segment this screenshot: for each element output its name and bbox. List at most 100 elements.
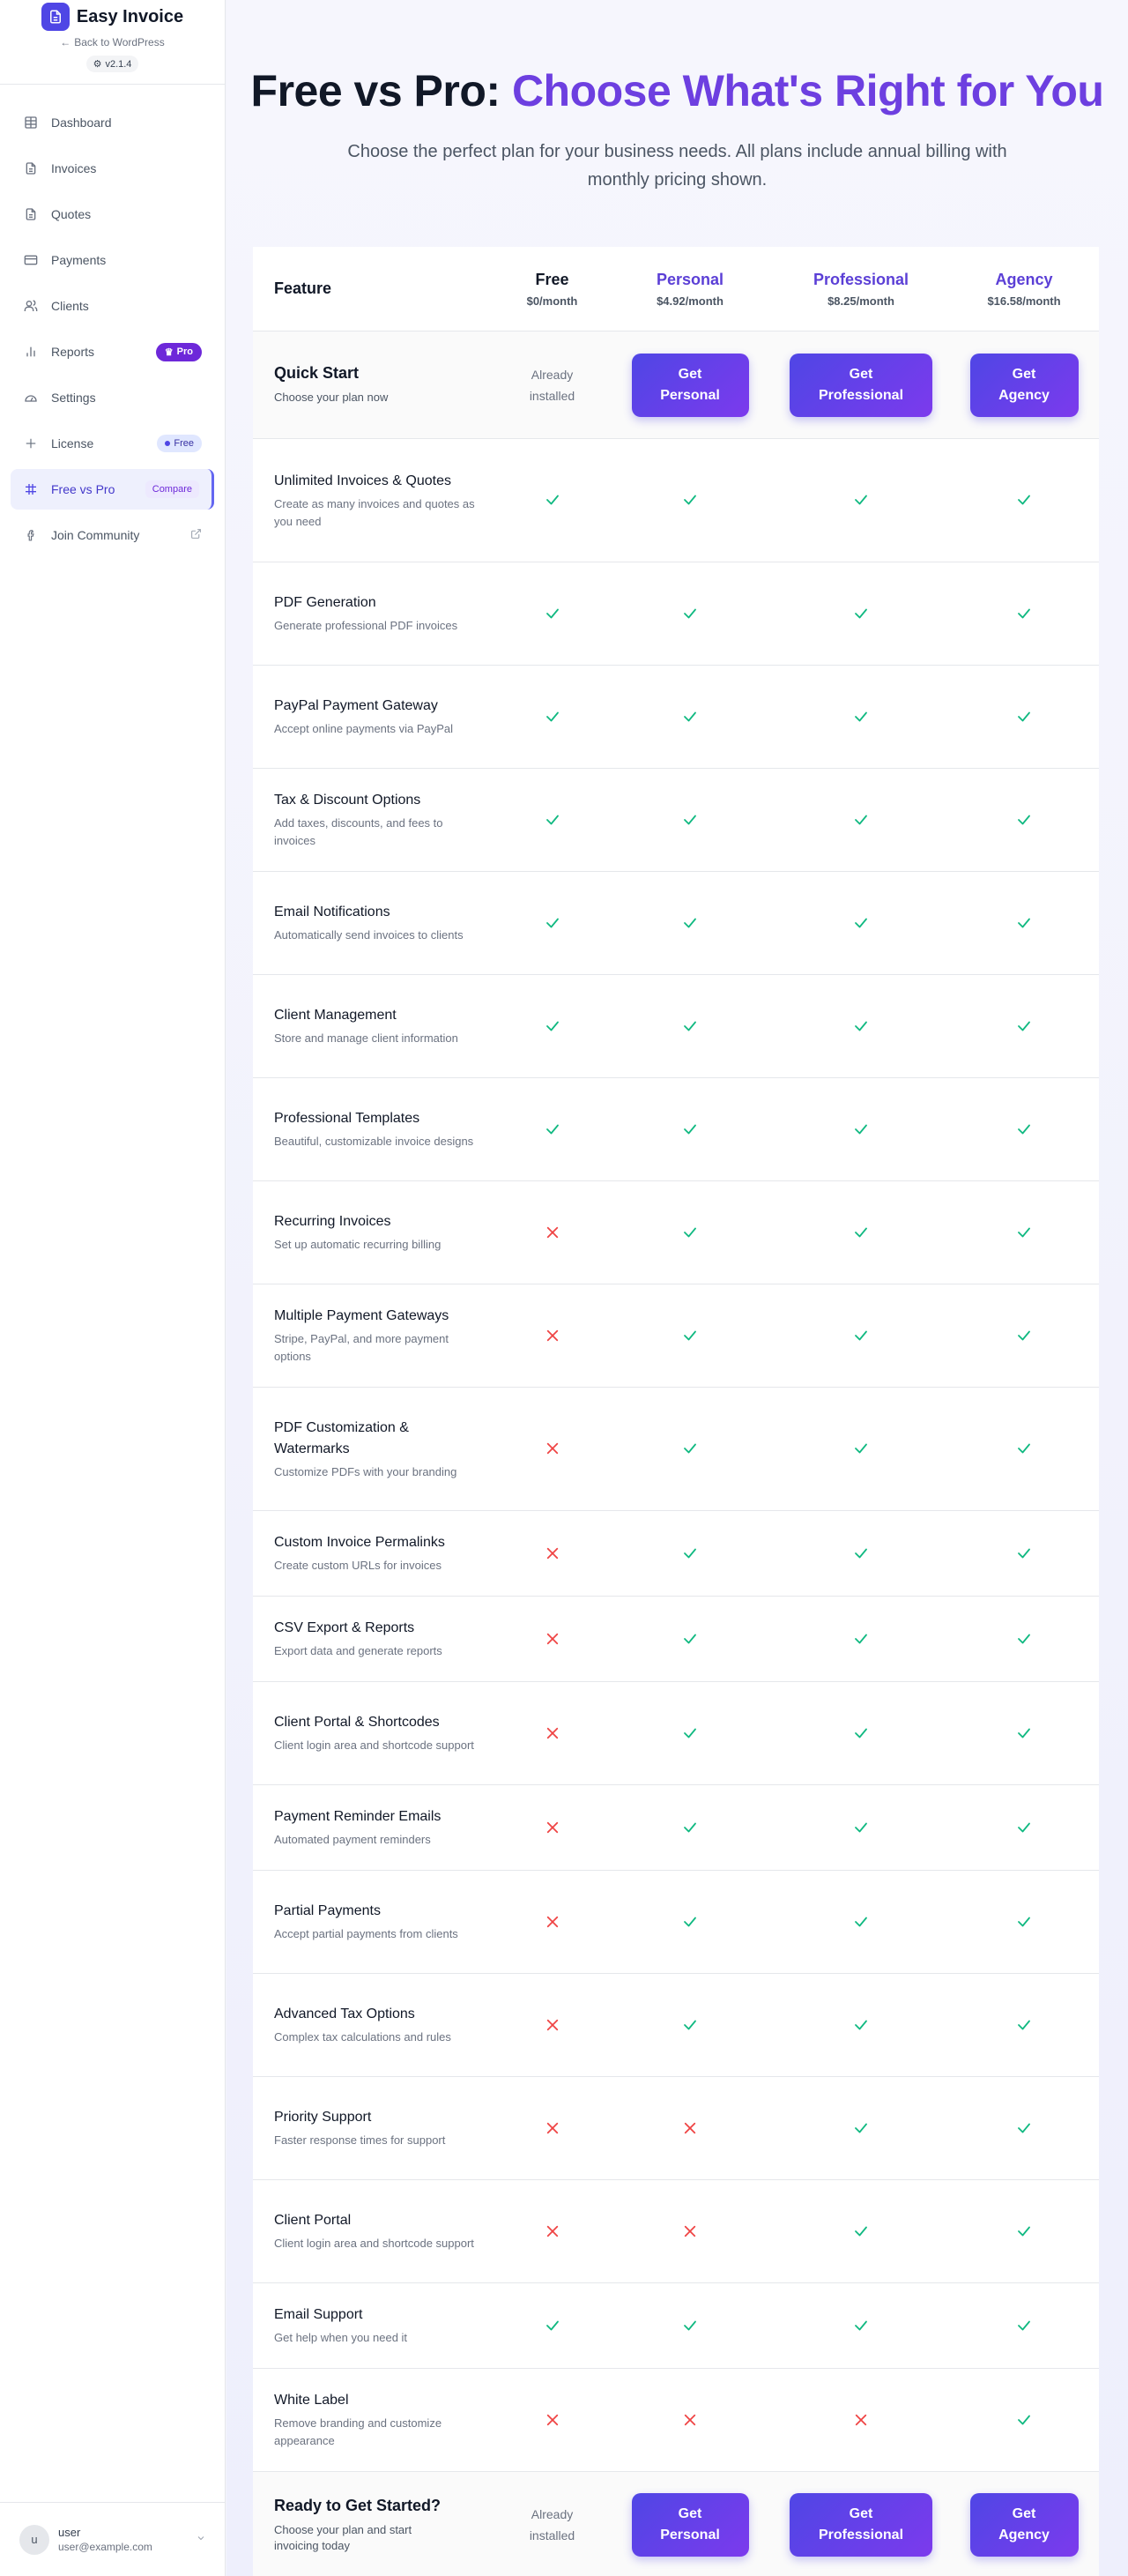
feature-description: Client login area and shortcode support [274, 2237, 474, 2250]
brand-name: Easy Invoice [76, 6, 184, 26]
bar-chart-icon [23, 344, 39, 360]
page-title-accent: Choose What's Right for You [511, 66, 1104, 115]
feature-cell: Client Portal & Shortcodes Client login a… [253, 1712, 497, 1754]
comparison-table: Feature Free $0/month Personal $4.92/mon… [253, 247, 1099, 2576]
get-professional-button[interactable]: Get Professional [790, 353, 932, 417]
table-row: Priority Support Faster response times fo… [253, 2077, 1099, 2180]
table-row: Multiple Payment Gateways Stripe, PayPal,… [253, 1284, 1099, 1388]
personal-availability-cell [607, 2412, 773, 2428]
plan-price: $0/month [526, 294, 578, 308]
professional-availability-cell [773, 1441, 949, 1456]
feature-cell: PDF Generation Generate professional PDF … [253, 592, 497, 635]
feature-description: Create custom URLs for invoices [274, 1559, 442, 1572]
user-menu[interactable]: u user user@example.com [0, 2502, 226, 2576]
professional-availability-cell [773, 1328, 949, 1344]
professional-availability-cell [773, 1820, 949, 1835]
free-availability-cell [497, 1820, 607, 1835]
sidebar-item-label: Dashboard [51, 115, 112, 130]
professional-availability-cell [773, 2318, 949, 2334]
feature-title: Tax & Discount Options [274, 793, 421, 808]
free-availability-cell [497, 2120, 607, 2136]
document-icon [23, 160, 39, 176]
personal-availability-cell [607, 812, 773, 828]
sidebar-item-label: Settings [51, 391, 96, 405]
table-row: Advanced Tax Options Complex tax calculat… [253, 1974, 1099, 2077]
feature-title: Payment Reminder Emails [274, 1809, 442, 1824]
personal-availability-cell [607, 1725, 773, 1741]
check-icon [682, 1121, 698, 1136]
feature-description: Store and manage client information [274, 1031, 458, 1045]
check-icon [682, 1328, 698, 1343]
user-name: user [58, 2526, 81, 2539]
professional-availability-cell [773, 1914, 949, 1930]
check-icon [682, 1820, 698, 1835]
sidebar-item-reports[interactable]: Reports ♛ Pro [11, 331, 214, 372]
feature-title: Recurring Invoices [274, 1214, 391, 1229]
agency-availability-cell [949, 1820, 1099, 1835]
professional-availability-cell [773, 1225, 949, 1240]
free-availability-cell [497, 1328, 607, 1344]
cross-icon [545, 1631, 560, 1646]
check-icon [545, 1018, 560, 1033]
users-icon [23, 298, 39, 314]
check-icon [853, 1725, 869, 1740]
professional-availability-cell [773, 1018, 949, 1034]
feature-description: Set up automatic recurring billing [274, 1238, 442, 1251]
feature-description: Accept partial payments from clients [274, 1927, 458, 1940]
sidebar-item-label: Clients [51, 299, 89, 313]
check-icon [853, 1441, 869, 1456]
table-row: Unlimited Invoices & Quotes Create as man… [253, 439, 1099, 562]
user-info: user user@example.com [58, 2526, 196, 2553]
agency-availability-cell [949, 2017, 1099, 2033]
pro-badge-label: Pro [176, 346, 193, 357]
table-row: Tax & Discount Options Add taxes, discoun… [253, 769, 1099, 872]
check-icon [853, 2017, 869, 2032]
check-icon [853, 812, 869, 827]
sidebar-item-dashboard[interactable]: Dashboard [11, 102, 214, 143]
feature-cell: PDF Customization & Watermarks Customize … [253, 1418, 497, 1481]
check-icon [853, 493, 869, 508]
sidebar-item-free-vs-pro[interactable]: Free vs Pro Compare [11, 469, 214, 510]
professional-availability-cell [773, 492, 949, 508]
free-availability-cell [497, 1631, 607, 1647]
feature-description: Beautiful, customizable invoice designs [274, 1135, 474, 1148]
check-icon [1016, 1225, 1032, 1240]
agency-availability-cell [949, 1441, 1099, 1456]
feature-description: Automatically send invoices to clients [274, 928, 464, 942]
professional-availability-cell [773, 2412, 949, 2428]
sidebar-item-settings[interactable]: Settings [11, 377, 214, 418]
sidebar-item-quotes[interactable]: Quotes [11, 194, 214, 235]
personal-availability-cell [607, 2120, 773, 2136]
sidebar-item-clients[interactable]: Clients [11, 286, 214, 326]
sidebar-item-payments[interactable]: Payments [11, 240, 214, 280]
get-personal-button[interactable]: Get Personal [631, 353, 749, 417]
feature-description: Automated payment reminders [274, 1833, 431, 1846]
sidebar-item-license[interactable]: License Free [11, 423, 214, 464]
table-row: White Label Remove branding and customize… [253, 2369, 1099, 2472]
feature-title: Partial Payments [274, 1903, 381, 1918]
sidebar-item-join-community[interactable]: Join Community [11, 515, 214, 555]
check-icon [1016, 1914, 1032, 1929]
feature-title: Multiple Payment Gateways [274, 1308, 449, 1323]
get-professional-button[interactable]: Get Professional [790, 2493, 932, 2557]
back-to-wordpress-link[interactable]: ← Back to WordPress [60, 36, 164, 48]
check-icon [545, 709, 560, 724]
feature-rows: Unlimited Invoices & Quotes Create as man… [253, 439, 1099, 2472]
check-icon [1016, 2412, 1032, 2427]
get-personal-button[interactable]: Get Personal [631, 2493, 749, 2557]
plan-name: Free [535, 270, 569, 288]
table-row: Email Support Get help when you need it [253, 2283, 1099, 2369]
personal-availability-cell [607, 1820, 773, 1835]
check-icon [545, 1121, 560, 1136]
plan-header-personal: Personal $4.92/month [607, 271, 773, 308]
feature-cell: Client Portal Client login area and short… [253, 2210, 497, 2252]
get-agency-button[interactable]: Get Agency [969, 2493, 1079, 2557]
feature-description: Faster response times for support [274, 2133, 446, 2147]
table-row: Custom Invoice Permalinks Create custom U… [253, 1511, 1099, 1597]
feature-title: PDF Generation [274, 595, 376, 610]
get-agency-button[interactable]: Get Agency [969, 353, 1079, 417]
free-availability-cell [497, 1018, 607, 1034]
sidebar-item-invoices[interactable]: Invoices [11, 148, 214, 189]
feature-title: Email Support [274, 2307, 363, 2322]
agency-availability-cell [949, 812, 1099, 828]
